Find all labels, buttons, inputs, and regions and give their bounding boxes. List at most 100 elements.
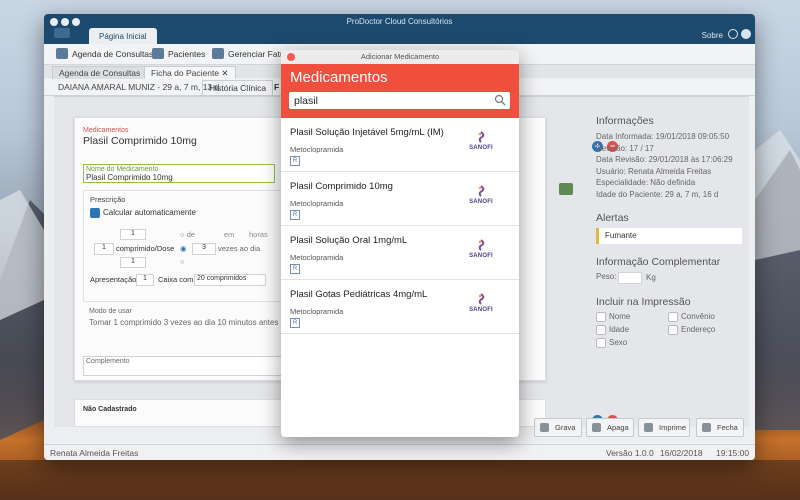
search-box [289, 92, 510, 109]
apresentacao-label: Apresentação: [90, 275, 139, 284]
impressao-title: Incluir na Impressão [596, 296, 691, 308]
medication-name-field[interactable]: Nome do Medicamento Plasil Comprimido 10… [83, 164, 275, 183]
search-medication-icon[interactable] [559, 183, 573, 195]
modal-window-title: Adicionar Medicamento [360, 52, 440, 61]
complementar-title: Informação Complementar [596, 256, 721, 268]
result-item[interactable]: Plasil Gotas Pediátricas 4mg/mL Metoclop… [281, 280, 519, 334]
peso-label: Peso: [596, 272, 617, 281]
checkbox-checked-icon [90, 208, 100, 218]
print-idade-checkbox[interactable]: Idade [596, 325, 629, 335]
gerenciar-button[interactable]: Gerenciar Fatur [212, 47, 288, 61]
caixa-select[interactable]: 20 comprimidos [194, 274, 266, 286]
result-substance: Metoclopramida [290, 253, 344, 262]
power-icon[interactable] [741, 29, 751, 39]
apresentacao-field[interactable]: 1 [136, 274, 154, 286]
pacientes-button[interactable]: Pacientes [152, 47, 205, 61]
em-label: em [224, 230, 235, 239]
peso-row: Peso: Kg [596, 272, 746, 286]
tab-agenda-label: Agenda de Consultas [59, 68, 141, 78]
impressao-options: Nome Idade Sexo Convênio Endereço [596, 312, 746, 352]
fecha-button[interactable]: Fecha [696, 418, 744, 437]
modal-header: Medicamentos [281, 64, 519, 118]
sobre-link[interactable]: Sobre [702, 31, 723, 40]
caixa-label: Caixa com [158, 275, 194, 284]
info-row: Revisão: 17 / 17 [596, 143, 654, 153]
de-label: de [186, 230, 195, 239]
vezes-field[interactable]: 3 [192, 243, 216, 255]
peso-unit: Kg [646, 273, 656, 282]
modal-heading: Medicamentos [290, 69, 388, 86]
printer-icon [644, 423, 653, 432]
billing-icon [212, 48, 224, 59]
reference-badge: R [290, 318, 300, 328]
add-medication-modal: Adicionar Medicamento Medicamentos Plasi… [281, 50, 519, 437]
calcular-checkbox[interactable]: Calcular automaticamente [90, 208, 196, 218]
tab-ficha[interactable]: Ficha do Paciente ✕ [144, 66, 236, 79]
menu-icon[interactable] [54, 28, 70, 38]
result-name: Plasil Gotas Pediátricas 4mg/mL [290, 289, 428, 300]
modal-title-bar: Adicionar Medicamento [281, 50, 519, 65]
complemento-field[interactable]: Complemento [83, 356, 285, 376]
modo-de-usar-field[interactable]: Modo de usar Tomar 1 comprimido 3 vezes … [89, 308, 279, 338]
unit-label: comprimido/Dose [116, 244, 175, 253]
patient-info: DAIANA AMARAL MUNIZ - 29 a, 7 m, 13 d [58, 82, 220, 92]
agenda-label: Agenda de Consultas [72, 49, 154, 59]
patients-icon [152, 48, 164, 59]
imprime-button[interactable]: Imprime [638, 418, 690, 437]
info-rows: Data Informada: 19/01/2018 09:05:50 Revi… [596, 131, 746, 200]
radio-vezes[interactable]: ◉ [180, 244, 187, 253]
print-convenio-checkbox[interactable]: Convênio [668, 312, 715, 322]
status-time: 19:15:00 [716, 448, 750, 458]
qty-select[interactable]: 1 [94, 243, 114, 255]
search-input[interactable] [294, 94, 479, 107]
info-row: Usuário: Renata Almeida Freitas [596, 166, 712, 176]
medication-title: Plasil Comprimido 10mg [83, 135, 197, 147]
tab-home[interactable]: Página Inicial [89, 28, 157, 44]
calcular-label: Calcular automaticamente [103, 208, 196, 218]
status-version: Versão 1.0.0 [606, 448, 654, 458]
tab-agenda[interactable]: Agenda de Consultas ✕ [52, 66, 157, 79]
save-icon [540, 423, 549, 432]
horas-label: horas [249, 230, 268, 239]
result-item[interactable]: Plasil Comprimido 10mg Metoclopramida R … [281, 172, 519, 226]
sanofi-logo: SANOFI [466, 293, 496, 317]
search-icon[interactable] [494, 94, 506, 106]
nao-cadastrado-label: Não Cadastrado [83, 406, 137, 413]
result-name: Plasil Comprimido 10mg [290, 181, 393, 192]
tab-historia-clinica[interactable]: História Clínica [202, 80, 274, 96]
close-circle-icon [702, 423, 711, 432]
prescricao-box: Prescrição Calcular automaticamente 1 1 … [83, 190, 285, 302]
alertas-title: Alertas [596, 212, 629, 224]
agenda-button[interactable]: Agenda de Consultas [56, 47, 153, 61]
apaga-button[interactable]: Apaga [586, 418, 634, 437]
info-panel: Informações Data Informada: 19/01/2018 0… [596, 115, 746, 352]
radio-de[interactable]: ○ de [180, 230, 195, 239]
radio-third[interactable]: ○ [180, 257, 185, 266]
info-row: Idade do Paciente: 29 a, 7 m, 16 d [596, 189, 719, 199]
alert-item: Fumante [596, 228, 742, 244]
prescricao-label: Prescrição [90, 195, 126, 204]
status-bar: Renata Almeida Freitas Versão 1.0.0 16/0… [44, 444, 755, 460]
print-nome-checkbox[interactable]: Nome [596, 312, 630, 322]
trash-icon [592, 423, 601, 432]
print-endereco-checkbox[interactable]: Endereço [668, 325, 715, 335]
medication-name-label: Nome do Medicamento [86, 166, 159, 173]
status-date: 16/02/2018 [660, 448, 703, 458]
modo-label: Modo de usar [89, 308, 132, 315]
info-title: Informações [596, 115, 654, 127]
tab-f[interactable]: F [274, 82, 279, 92]
grava-button[interactable]: Grava [534, 418, 582, 437]
peso-field[interactable] [618, 272, 642, 284]
close-icon[interactable]: ✕ [221, 68, 228, 78]
qty-bottom-field[interactable]: 1 [120, 257, 146, 268]
qty-top-field[interactable]: 1 [120, 229, 146, 240]
complemento-label: Complemento [86, 358, 130, 365]
reference-badge: R [290, 264, 300, 274]
tab-ficha-label: Ficha do Paciente [151, 68, 220, 78]
result-item[interactable]: Plasil Solução Oral 1mg/mL Metoclopramid… [281, 226, 519, 280]
result-item[interactable]: Plasil Solução Injetável 5mg/mL (IM) Met… [281, 118, 519, 172]
print-sexo-checkbox[interactable]: Sexo [596, 338, 627, 348]
calendar-icon [56, 48, 68, 59]
info-row: Especialidade: Não definida [596, 178, 696, 187]
globe-icon[interactable] [728, 29, 738, 39]
